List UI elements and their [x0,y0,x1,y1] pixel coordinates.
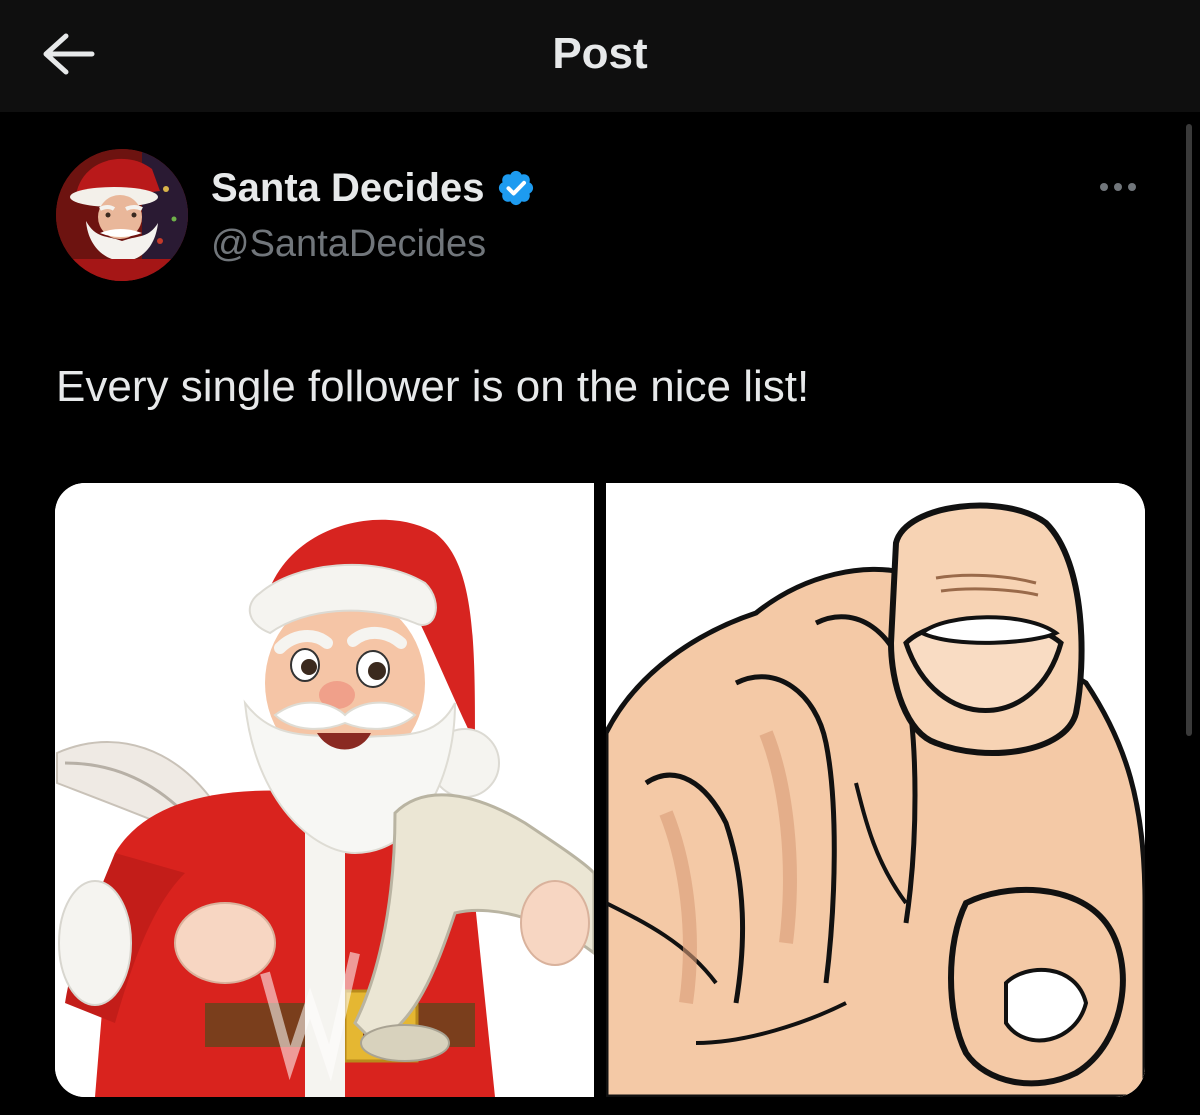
media-grid [55,483,1145,1097]
santa-illustration [55,483,594,1097]
more-horizontal-icon [1100,183,1136,191]
page-title: Post [552,29,648,78]
verified-badge-icon[interactable] [496,168,536,208]
more-options-button[interactable] [1092,172,1148,202]
scrollbar[interactable] [1186,124,1192,736]
author-handle[interactable]: @SantaDecides [211,220,486,268]
media-image-santa[interactable] [55,483,594,1097]
pointing-finger-illustration [606,483,1145,1097]
author-name-row[interactable]: Santa Decides [211,162,536,214]
top-navigation-bar: Post [0,0,1200,112]
santa-avatar-image [56,149,188,281]
post-text: Every single follower is on the nice lis… [56,362,810,411]
media-image-pointing-finger[interactable] [606,483,1145,1097]
author-display-name[interactable]: Santa Decides [211,164,484,212]
post-detail-page: Post Santa Decides @SantaDecides Every s… [0,0,1200,1115]
author-avatar[interactable] [56,149,188,281]
